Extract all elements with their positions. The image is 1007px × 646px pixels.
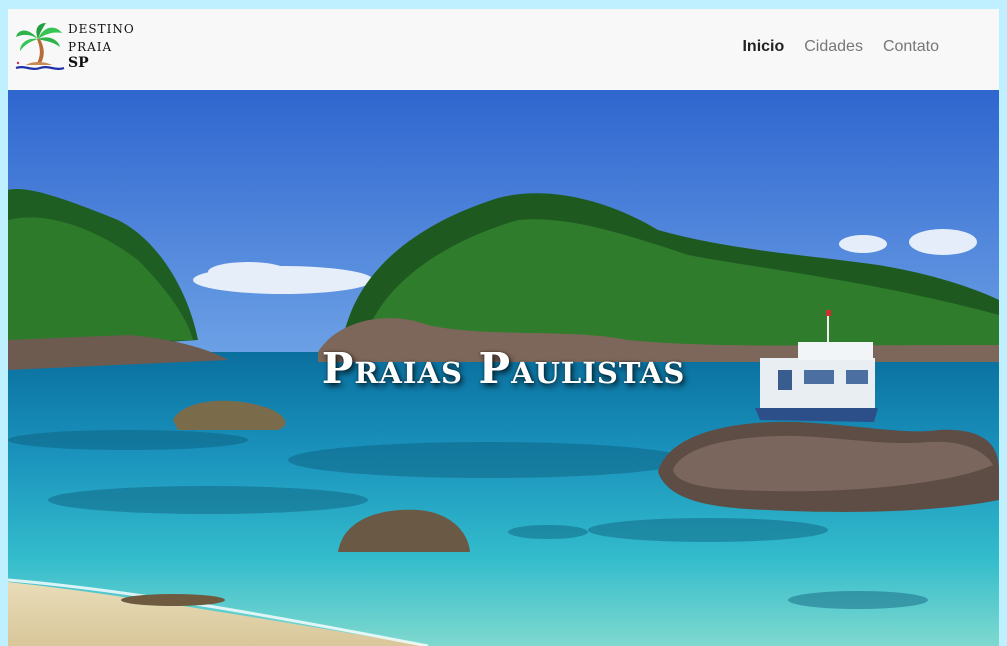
brand-text: DESTINO PRAIA SP (68, 23, 135, 70)
sand-rock (121, 594, 225, 606)
nav-link-inicio[interactable]: Inicio (742, 38, 784, 56)
hero-title: Praias Paulistas (321, 344, 686, 393)
nav-link-contato[interactable]: Contato (883, 38, 939, 56)
hero-banner: Praias Paulistas (8, 90, 999, 646)
brand-line-2: PRAIA (68, 40, 113, 54)
brand-logo[interactable]: DESTINO PRAIA SP (14, 21, 144, 77)
brand-line-3: SP (68, 55, 89, 71)
page-frame: DESTINO PRAIA SP Inicio Cidades Contato (8, 9, 999, 646)
main-nav: Inicio Cidades Contato (742, 38, 939, 56)
nav-link-cidades[interactable]: Cidades (804, 38, 863, 56)
brand-line-1: DESTINO (68, 22, 135, 36)
palm-tree-icon (15, 23, 65, 70)
navbar: DESTINO PRAIA SP Inicio Cidades Contato (8, 9, 999, 90)
